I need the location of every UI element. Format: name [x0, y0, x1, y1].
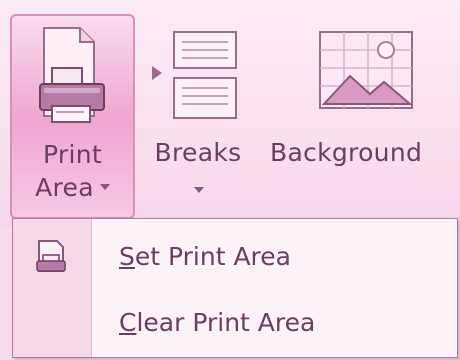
background-image-icon [319, 31, 413, 109]
clear-print-area-mnemonic: C [119, 308, 137, 337]
printer-page-icon [39, 27, 105, 123]
breaks-label: Breaks [154, 138, 242, 167]
set-print-area-label: Set Print Area [119, 231, 291, 283]
chevron-down-icon [194, 187, 204, 193]
set-print-area-icon [36, 240, 66, 272]
background-button[interactable]: Background [262, 14, 460, 219]
set-print-area-mnemonic: S [119, 242, 135, 271]
set-print-area-label-rest: et Print Area [134, 242, 291, 271]
chevron-down-icon [99, 184, 110, 190]
print-area-label-text: Area [35, 173, 94, 202]
print-area-dropdown-menu: Set Print Area Clear Print Area [12, 218, 458, 358]
print-area-label-line2: Area [12, 173, 133, 202]
breaks-button[interactable]: Breaks [142, 14, 254, 219]
background-label: Background [270, 138, 423, 167]
print-area-label-line1: Print [42, 140, 102, 169]
page-breaks-icon [152, 31, 237, 119]
set-print-area-menu-item[interactable]: Set Print Area [13, 231, 457, 283]
page-setup-ribbon: Print Area Breaks Background [0, 0, 460, 228]
clear-print-area-label: Clear Print Area [119, 297, 315, 349]
clear-print-area-label-rest: lear Print Area [136, 308, 316, 337]
clear-print-area-menu-item[interactable]: Clear Print Area [13, 297, 457, 349]
print-area-button[interactable]: Print Area [10, 14, 135, 219]
